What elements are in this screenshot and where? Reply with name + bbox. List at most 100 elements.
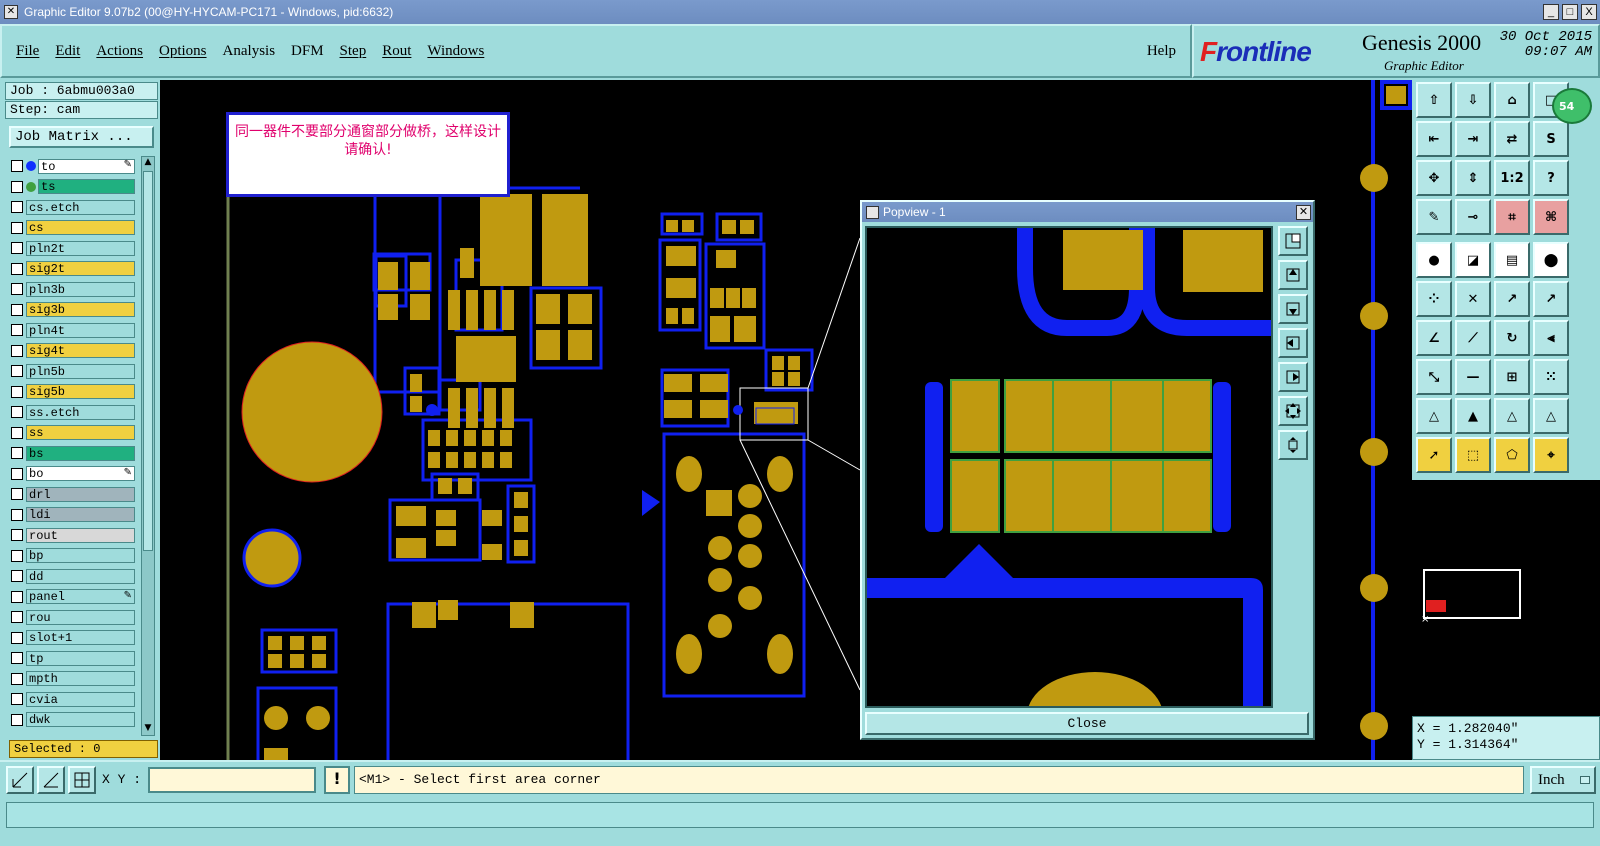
minimize-button[interactable]: _ [1543, 4, 1559, 20]
layer-row[interactable]: rout [11, 525, 135, 546]
layer-name[interactable]: cs.etch [26, 199, 135, 215]
layer-checkbox[interactable] [11, 221, 23, 234]
layer-row[interactable]: sig2t [11, 259, 135, 280]
layer-name[interactable]: mpth [26, 671, 135, 687]
tool-resize-icon[interactable]: ⤡ [1416, 359, 1452, 395]
tool-select-net-icon[interactable]: ⌖ [1533, 437, 1569, 473]
snap-angle-button[interactable] [37, 766, 65, 794]
menu-step[interactable]: Step [340, 43, 367, 60]
menu-file[interactable]: File [16, 43, 39, 60]
layer-checkbox[interactable] [11, 590, 23, 603]
layer-checkbox[interactable] [11, 488, 23, 501]
layer-row[interactable]: dwk [11, 710, 135, 731]
layer-checkbox[interactable] [11, 283, 23, 296]
popview-pan-right-button[interactable] [1278, 362, 1308, 392]
layer-name[interactable]: ldi [26, 507, 135, 523]
layer-row[interactable]: sig5b [11, 382, 135, 403]
tool-pad-icon[interactable]: ⬤ [1533, 242, 1569, 278]
popview-pan-up-button[interactable] [1278, 260, 1308, 290]
tool-pan-left-icon[interactable]: ⇤ [1416, 121, 1452, 157]
menu-options[interactable]: Options [159, 43, 207, 60]
layer-checkbox[interactable] [11, 160, 23, 173]
tool-net-edit-icon[interactable]: ⌘ [1533, 199, 1569, 235]
popview-title-bar[interactable]: Popview - 1 ✕ [862, 202, 1313, 222]
menu-windows[interactable]: Windows [427, 43, 484, 60]
layer-checkbox[interactable] [11, 242, 23, 255]
tool-add-pad-icon[interactable]: ● [1416, 242, 1452, 278]
restore-button[interactable]: □ [1562, 4, 1578, 20]
layer-row[interactable]: pln2t [11, 238, 135, 259]
tool-copy-icon[interactable]: ↗ [1533, 281, 1569, 317]
layer-name[interactable]: pln2t [26, 240, 135, 256]
layer-color-icon[interactable] [26, 161, 36, 172]
layer-row[interactable]: sig4t [11, 341, 135, 362]
tool-zoom-out-icon[interactable]: ⇕ [1455, 160, 1491, 196]
layer-checkbox[interactable] [11, 344, 23, 357]
warning-button[interactable]: ! [324, 766, 350, 794]
job-matrix-button[interactable]: Job Matrix ... [9, 126, 154, 148]
tool-help-icon[interactable]: ? [1533, 160, 1569, 196]
tool-mirror-icon[interactable]: ⫷ [1533, 320, 1569, 356]
close-window-button[interactable]: X [1581, 4, 1597, 20]
tool-move-icon[interactable]: ↗ [1494, 281, 1530, 317]
layer-checkbox[interactable] [11, 201, 23, 214]
layer-scrollbar[interactable]: ▲ ▼ [141, 156, 155, 736]
scroll-thumb[interactable] [143, 171, 153, 551]
layer-checkbox[interactable] [11, 611, 23, 624]
tool-home-down-icon[interactable]: ⇩ [1455, 82, 1491, 118]
layer-checkbox[interactable] [11, 529, 23, 542]
layer-row[interactable]: sig3b [11, 300, 135, 321]
tool-home-up-icon[interactable]: ⇧ [1416, 82, 1452, 118]
xy-input[interactable] [148, 767, 316, 793]
popview-close-icon[interactable]: ✕ [1296, 204, 1311, 220]
layer-checkbox[interactable] [11, 549, 23, 562]
layer-checkbox[interactable] [11, 262, 23, 275]
scroll-up-icon[interactable]: ▲ [142, 157, 154, 169]
tool-measure-icon[interactable]: ▤ [1494, 242, 1530, 278]
layer-name[interactable]: bp [26, 548, 135, 564]
layer-row[interactable]: cs [11, 218, 135, 239]
layer-name[interactable]: dwk [26, 712, 135, 728]
layer-name[interactable]: sig5b [26, 384, 135, 400]
menu-edit[interactable]: Edit [55, 43, 80, 60]
tool-break-icon[interactable]: — [1455, 359, 1491, 395]
layer-name[interactable]: sig4t [26, 343, 135, 359]
popview-pan-down-button[interactable] [1278, 294, 1308, 324]
layer-row[interactable]: panel ✎ [11, 587, 135, 608]
snap-center-button[interactable] [68, 766, 96, 794]
tool-probe-icon[interactable]: ⊸ [1455, 199, 1491, 235]
layer-name[interactable]: pln4t [26, 322, 135, 338]
layer-row[interactable]: drl [11, 484, 135, 505]
layer-row[interactable]: ss.etch [11, 402, 135, 423]
layer-checkbox[interactable] [11, 406, 23, 419]
layer-row[interactable]: dd [11, 566, 135, 587]
layer-row[interactable]: to ✎ [11, 156, 135, 177]
popview-pan-left-button[interactable] [1278, 328, 1308, 358]
layer-row[interactable]: ts [11, 177, 135, 198]
layer-name[interactable]: ss.etch [26, 404, 135, 420]
tool-cross-icon[interactable]: ✕ [1455, 281, 1491, 317]
tool-net-icon[interactable]: ⌗ [1494, 199, 1530, 235]
layer-checkbox[interactable] [11, 180, 23, 193]
layer-checkbox[interactable] [11, 467, 23, 480]
tool-align-icon[interactable]: ⊞ [1494, 359, 1530, 395]
layer-row[interactable]: rou [11, 607, 135, 628]
layer-row[interactable]: bs [11, 443, 135, 464]
layer-checkbox[interactable] [11, 324, 23, 337]
layer-checkbox[interactable] [11, 672, 23, 685]
layer-name[interactable]: bs [26, 445, 135, 461]
layer-checkbox[interactable] [11, 570, 23, 583]
layer-row[interactable]: mpth [11, 669, 135, 690]
layer-row[interactable]: tp [11, 648, 135, 669]
layer-name[interactable]: pln5b [26, 363, 135, 379]
tool-rotate-icon[interactable]: ↻ [1494, 320, 1530, 356]
layer-row[interactable]: jb_cu [11, 730, 135, 732]
tool-line-icon[interactable]: ∠ [1416, 320, 1452, 356]
layer-row[interactable]: pln4t [11, 320, 135, 341]
layer-row[interactable]: cs.etch [11, 197, 135, 218]
layer-checkbox[interactable] [11, 447, 23, 460]
tool-tri-b-icon[interactable]: ▲ [1455, 398, 1491, 434]
popview-zoom-fit-button[interactable] [1278, 226, 1308, 256]
tool-tri-a-icon[interactable]: △ [1416, 398, 1452, 434]
layer-row[interactable]: bp [11, 546, 135, 567]
